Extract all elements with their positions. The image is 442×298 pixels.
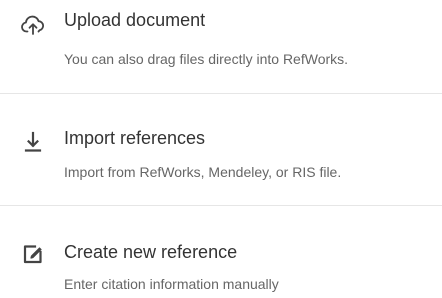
download-arrow-icon	[20, 129, 46, 155]
upload-document-description: You can also drag files directly into Re…	[64, 51, 349, 67]
import-references-title: Import references	[64, 128, 206, 148]
upload-document-option[interactable]: Upload document You can also drag files …	[0, 0, 442, 80]
create-new-reference-option[interactable]: Create new reference Enter citation info…	[0, 218, 442, 298]
import-references-option[interactable]: Import references Import from RefWorks, …	[0, 104, 442, 184]
edit-square-icon	[20, 241, 46, 267]
upload-document-title: Upload document	[64, 10, 206, 30]
cloud-upload-icon	[20, 12, 46, 38]
create-new-reference-title: Create new reference	[64, 242, 238, 262]
divider	[0, 93, 442, 94]
import-references-description: Import from RefWorks, Mendeley, or RIS f…	[64, 164, 342, 180]
add-reference-menu: Upload document You can also drag files …	[0, 0, 442, 297]
create-new-reference-description: Enter citation information manually	[64, 276, 279, 292]
divider	[0, 205, 442, 206]
